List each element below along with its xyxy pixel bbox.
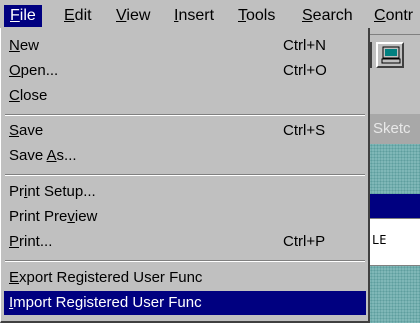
menu-search[interactable]: Search (296, 5, 359, 27)
menu-item-export-user-func-label: Export Registered User Func (9, 269, 203, 286)
menu-item-save-as[interactable]: Save As... (4, 144, 366, 168)
menu-item-print-preview[interactable]: Print Preview (4, 205, 366, 229)
pattern-area-bottom (370, 266, 420, 323)
toolbar-button[interactable] (376, 42, 404, 68)
menu-item-print-shortcut: Ctrl+P (283, 233, 326, 250)
menu-item-import-user-func-label: Import Registered User Func (9, 294, 202, 311)
menu-edit[interactable]: Edit (58, 5, 98, 27)
menu-item-import-user-func[interactable]: Import Registered User Func (4, 291, 366, 315)
tab-sketch-label: Sketc (373, 120, 411, 137)
menu-item-open[interactable]: Open... Ctrl+O (4, 59, 366, 83)
gray-band (370, 100, 420, 114)
menu-tools[interactable]: Tools (232, 5, 281, 27)
menu-item-save-as-label: Save As... (9, 147, 77, 164)
menu-item-open-shortcut: Ctrl+O (283, 62, 327, 79)
menu-separator (5, 114, 365, 116)
pattern-area-top (370, 144, 420, 194)
tab-sketch[interactable]: Sketc (370, 114, 420, 144)
menu-item-save-shortcut: Ctrl+S (283, 122, 326, 139)
selection-strip (370, 194, 420, 218)
menu-item-new-label: New (9, 37, 40, 54)
menu-view[interactable]: View (110, 5, 156, 27)
menu-item-export-user-func[interactable]: Export Registered User Func (4, 266, 366, 290)
menu-item-save-label: Save (9, 122, 44, 139)
menu-control[interactable]: Contr (368, 5, 419, 27)
menu-separator (5, 174, 365, 176)
menu-item-print[interactable]: Print... Ctrl+P (4, 230, 366, 254)
menu-file[interactable]: File (4, 5, 42, 27)
menu-item-print-preview-label: Print Preview (9, 208, 98, 225)
text-strip-content: LE (372, 233, 387, 247)
computer-icon (381, 46, 401, 64)
menu-item-new[interactable]: New Ctrl+N (4, 34, 366, 58)
menu-item-print-setup[interactable]: Print Setup... (4, 180, 366, 204)
menu-insert[interactable]: Insert (168, 5, 220, 27)
text-strip: LE (370, 218, 420, 266)
menu-item-print-label: Print... (9, 233, 53, 250)
file-menu-dropdown: New Ctrl+N Open... Ctrl+O Close Save Ctr… (0, 28, 370, 323)
menu-item-open-label: Open... (9, 62, 59, 79)
menu-item-save[interactable]: Save Ctrl+S (4, 119, 366, 143)
menu-item-print-setup-label: Print Setup... (9, 183, 96, 200)
menu-item-new-shortcut: Ctrl+N (283, 37, 326, 54)
menu-item-close-label: Close (9, 87, 48, 104)
menu-item-close[interactable]: Close (4, 84, 366, 108)
menu-separator (5, 260, 365, 262)
